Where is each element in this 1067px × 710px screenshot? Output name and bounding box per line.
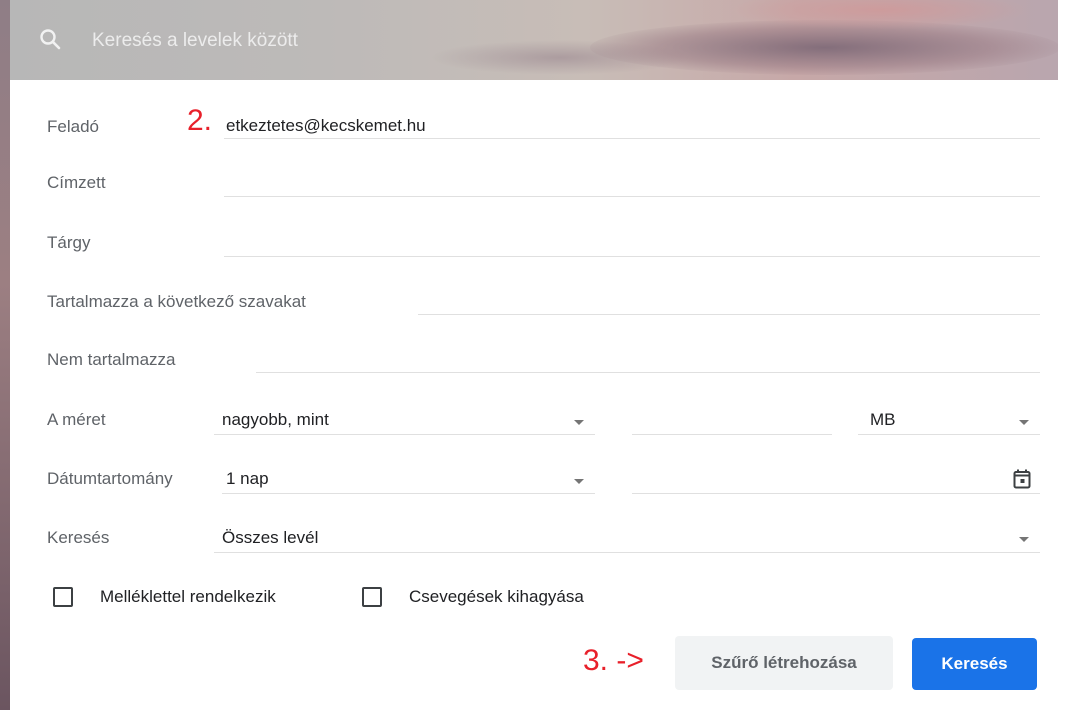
date-range-select[interactable]: 1 nap — [226, 469, 269, 489]
subject-field-underline — [224, 256, 1040, 257]
annotation-step-3: 3. -> — [583, 644, 644, 677]
no-words-label: Nem tartalmazza — [47, 350, 176, 369]
from-label: Feladó — [47, 117, 99, 136]
calendar-icon[interactable] — [1013, 469, 1031, 489]
search-button[interactable]: Keresés — [912, 638, 1037, 690]
subject-field[interactable] — [226, 233, 1040, 255]
search-icon[interactable] — [38, 27, 62, 51]
subject-label: Tárgy — [47, 233, 91, 252]
has-attachment-checkbox[interactable] — [53, 587, 73, 607]
size-label: A méret — [47, 410, 106, 429]
create-filter-button[interactable]: Szűrő létrehozása — [675, 636, 893, 690]
size-operator-select[interactable]: nagyobb, mint — [222, 410, 329, 430]
chevron-down-icon[interactable] — [574, 479, 584, 484]
exclude-chats-checkbox[interactable] — [362, 587, 382, 607]
from-field[interactable]: etkeztetes@kecskemet.hu — [226, 116, 426, 136]
search-header: Keresés a levelek között — [10, 0, 1058, 80]
has-words-field[interactable] — [420, 292, 1040, 314]
background-strip-right — [1058, 0, 1067, 710]
search-in-underline — [214, 552, 1040, 553]
annotation-step-2: 2. — [187, 104, 213, 137]
chevron-down-icon[interactable] — [1019, 420, 1029, 425]
size-unit-underline — [858, 434, 1040, 435]
chevron-down-icon[interactable] — [574, 420, 584, 425]
date-field-underline — [632, 493, 1040, 494]
background-strip-left — [0, 0, 10, 710]
to-field-underline — [224, 196, 1040, 197]
to-label: Címzett — [47, 173, 106, 192]
has-words-field-underline — [418, 314, 1040, 315]
date-range-label: Dátumtartomány — [47, 469, 173, 488]
size-unit-select[interactable]: MB — [870, 410, 896, 430]
chevron-down-icon[interactable] — [1019, 537, 1029, 542]
exclude-chats-label: Csevegések kihagyása — [409, 587, 584, 606]
search-input[interactable]: Keresés a levelek között — [92, 30, 298, 52]
to-field[interactable] — [226, 173, 1040, 195]
has-words-label: Tartalmazza a következő szavakat — [47, 292, 306, 311]
size-value-field[interactable] — [634, 410, 832, 432]
no-words-field[interactable] — [258, 350, 1040, 372]
date-field[interactable] — [634, 469, 1004, 491]
no-words-field-underline — [256, 372, 1040, 373]
from-field-underline — [224, 138, 1040, 139]
date-range-underline — [222, 493, 595, 494]
search-in-label: Keresés — [47, 528, 110, 547]
has-attachment-label: Melléklettel rendelkezik — [100, 587, 276, 606]
size-operator-underline — [214, 434, 595, 435]
size-value-underline — [632, 434, 832, 435]
search-in-select[interactable]: Összes levél — [222, 528, 318, 548]
